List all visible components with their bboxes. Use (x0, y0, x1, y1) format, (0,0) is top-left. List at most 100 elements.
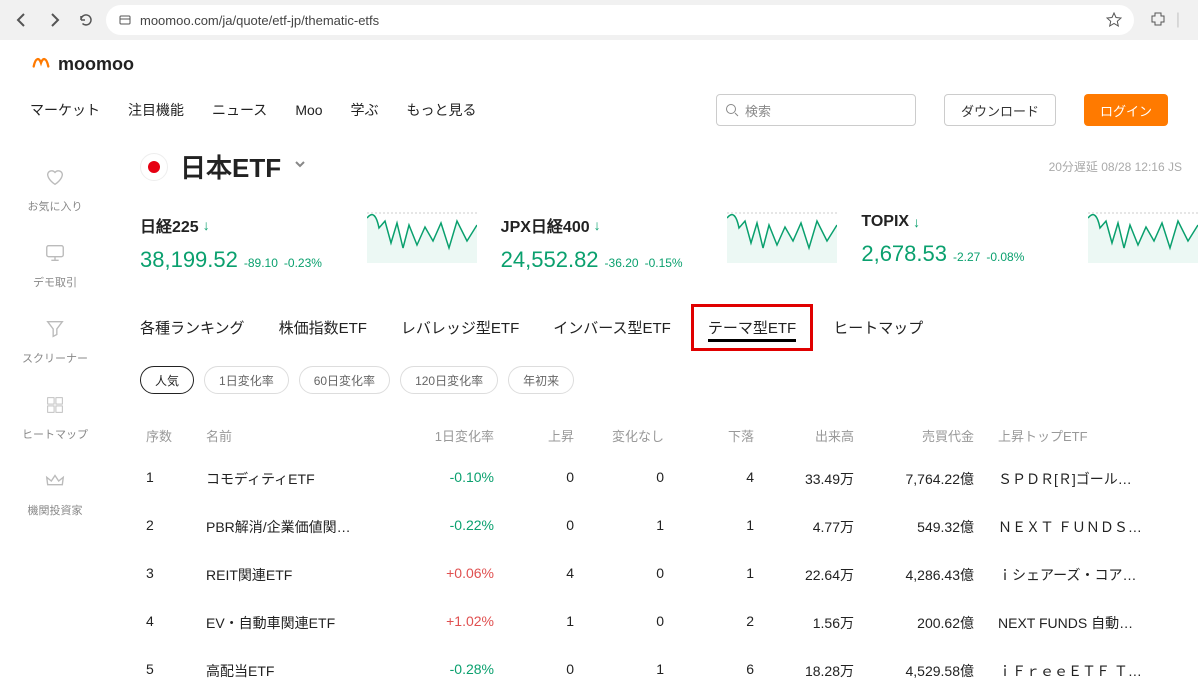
cell-volume: 1.56万 (760, 613, 860, 633)
cell-volume: 4.77万 (760, 517, 860, 537)
top-nav: マーケット 注目機能 ニュース Moo 学ぶ もっと見る 検索 ダウンロード ロ… (0, 88, 1198, 132)
page-title: 日本ETF (180, 148, 281, 185)
col-turnover[interactable]: 売買代金 (860, 426, 980, 445)
cell-name: 高配当ETF (200, 661, 400, 681)
sidebar-item-screener[interactable]: スクリーナー (0, 304, 110, 380)
download-button[interactable]: ダウンロード (944, 94, 1056, 126)
reload-button[interactable] (74, 8, 98, 32)
index-change-abs: -89.10 (244, 256, 278, 270)
cell-turnover: 200.62億 (860, 613, 980, 633)
cell-top-etf: ｉシェアーズ・コア… (980, 565, 1160, 585)
nav-moo[interactable]: Moo (295, 102, 322, 118)
search-placeholder: 検索 (745, 101, 771, 120)
forward-button[interactable] (42, 8, 66, 32)
col-change[interactable]: 1日変化率 (400, 426, 500, 445)
sidebar-item-label: ヒートマップ (22, 426, 88, 442)
sidebar-item-favorites[interactable]: お気に入り (0, 152, 110, 228)
filter-pill[interactable]: 1日変化率 (204, 366, 289, 394)
col-volume[interactable]: 出来高 (760, 426, 860, 445)
col-name: 名前 (200, 426, 400, 445)
arrow-down-icon: ↓ (913, 214, 920, 230)
table-row[interactable]: 1 コモディティETF -0.10% 0 0 4 33.49万 7,764.22… (140, 455, 1198, 503)
col-up[interactable]: 上昇 (500, 426, 580, 445)
cell-top-etf: NEXT FUNDS 自動… (980, 613, 1160, 633)
cell-flat: 0 (580, 469, 670, 489)
table-row[interactable]: 4 EV・自動車関連ETF +1.02% 1 0 2 1.56万 200.62億… (140, 599, 1198, 647)
cell-up: 0 (500, 469, 580, 489)
extensions-icon[interactable] (1150, 11, 1166, 27)
sidebar-item-heatmap[interactable]: ヒートマップ (0, 380, 110, 456)
table-header: 序数 名前 1日変化率 上昇 変化なし 下落 出来高 売買代金 上昇トップETF (140, 416, 1198, 455)
search-input[interactable]: 検索 (716, 94, 916, 126)
tab-5[interactable]: ヒートマップ (833, 311, 923, 344)
filter-icon (44, 318, 66, 346)
chevron-down-icon[interactable] (293, 157, 307, 176)
grid-icon (44, 394, 66, 422)
main-content: 日本ETF 20分遅延 08/28 12:16 JS 日経225↓ 38,199… (110, 132, 1198, 695)
cell-change: +1.02% (400, 613, 500, 633)
sidebar: お気に入り デモ取引 スクリーナー ヒートマップ 機関投資家 (0, 132, 110, 695)
cell-down: 1 (670, 565, 760, 585)
filter-pill[interactable]: 人気 (140, 366, 194, 394)
index-name: TOPIX (861, 213, 909, 231)
table-row[interactable]: 5 高配当ETF -0.28% 0 1 6 18.28万 4,529.58億 ｉ… (140, 647, 1198, 695)
nav-more[interactable]: もっと見る (407, 100, 477, 120)
cell-down: 6 (670, 661, 760, 681)
cell-turnover: 4,286.43億 (860, 565, 980, 585)
index-value: 24,552.82 (501, 247, 599, 273)
cell-turnover: 7,764.22億 (860, 469, 980, 489)
cell-down: 1 (670, 517, 760, 537)
cell-name: REIT関連ETF (200, 565, 400, 585)
filter-pill[interactable]: 年初来 (508, 366, 574, 394)
search-icon (725, 103, 739, 117)
cell-volume: 18.28万 (760, 661, 860, 681)
address-bar[interactable]: moomoo.com/ja/quote/etf-jp/thematic-etfs (106, 5, 1134, 35)
index-card[interactable]: JPX日経400↓ 24,552.82 -36.20 -0.15% (501, 203, 838, 283)
nav-market[interactable]: マーケット (30, 100, 100, 120)
nav-news[interactable]: ニュース (212, 100, 267, 120)
index-name: JPX日経400 (501, 213, 590, 237)
index-card[interactable]: TOPIX↓ 2,678.53 -2.27 -0.08% (861, 203, 1198, 283)
tab-1[interactable]: 株価指数ETF (279, 311, 367, 344)
japan-flag-icon (140, 153, 168, 181)
delay-timestamp: 20分遅延 08/28 12:16 JS (1049, 158, 1182, 175)
tab-2[interactable]: レバレッジ型ETF (401, 311, 519, 344)
tab-4[interactable]: テーマ型ETF (691, 304, 813, 351)
nav-learn[interactable]: 学ぶ (351, 100, 379, 120)
nav-featured[interactable]: 注目機能 (128, 100, 184, 120)
site-info-icon (118, 13, 132, 27)
brand-logo[interactable]: moomoo (30, 50, 134, 78)
indices-row: 日経225↓ 38,199.52 -89.10 -0.23% JPX日経400↓… (140, 203, 1198, 283)
star-icon[interactable] (1106, 12, 1122, 28)
sidebar-item-label: スクリーナー (22, 350, 88, 366)
col-rank: 序数 (140, 426, 200, 445)
sidebar-item-demo[interactable]: デモ取引 (0, 228, 110, 304)
cell-rank: 4 (140, 613, 200, 633)
filter-pill[interactable]: 60日変化率 (299, 366, 390, 394)
cell-flat: 1 (580, 661, 670, 681)
sidebar-item-label: デモ取引 (33, 274, 77, 290)
cell-top-etf: ｉＦｒｅｅＥＴＦ Ｔ… (980, 661, 1160, 681)
login-button[interactable]: ログイン (1084, 94, 1168, 126)
logo-icon (30, 50, 52, 78)
sidebar-item-label: 機関投資家 (28, 502, 83, 518)
etf-table: 序数 名前 1日変化率 上昇 変化なし 下落 出来高 売買代金 上昇トップETF… (140, 416, 1198, 695)
cell-top-etf: ＮＥＸＴ ＦＵＮＤＳ… (980, 517, 1160, 537)
cell-turnover: 549.32億 (860, 517, 980, 537)
back-button[interactable] (10, 8, 34, 32)
table-row[interactable]: 2 PBR解消/企業価値関… -0.22% 0 1 1 4.77万 549.32… (140, 503, 1198, 551)
index-change-abs: -36.20 (605, 256, 639, 270)
sidebar-item-institutions[interactable]: 機関投資家 (0, 456, 110, 532)
tab-0[interactable]: 各種ランキング (140, 311, 245, 344)
cell-up: 4 (500, 565, 580, 585)
cell-volume: 22.64万 (760, 565, 860, 585)
cell-up: 1 (500, 613, 580, 633)
crown-icon (44, 470, 66, 498)
filter-pill[interactable]: 120日変化率 (400, 366, 498, 394)
tab-3[interactable]: インバース型ETF (553, 311, 671, 344)
col-flat[interactable]: 変化なし (580, 426, 670, 445)
index-change-pct: -0.23% (284, 256, 322, 270)
col-down[interactable]: 下落 (670, 426, 760, 445)
table-row[interactable]: 3 REIT関連ETF +0.06% 4 0 1 22.64万 4,286.43… (140, 551, 1198, 599)
index-card[interactable]: 日経225↓ 38,199.52 -89.10 -0.23% (140, 203, 477, 283)
